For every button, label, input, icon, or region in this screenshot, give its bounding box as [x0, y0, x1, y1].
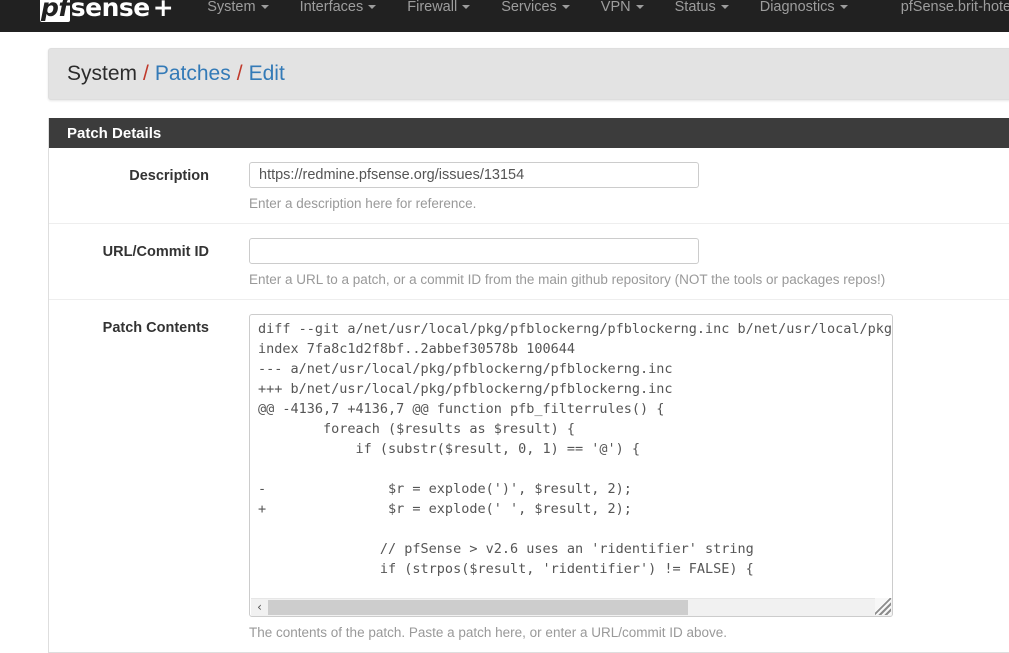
- chevron-down-icon: [462, 5, 471, 9]
- scrollbar-track[interactable]: [268, 598, 876, 616]
- form-row-patch-contents: Patch Contents diff --git a/net/usr/loca…: [49, 300, 1009, 652]
- patch-contents-label: Patch Contents: [102, 320, 209, 336]
- nav-label-diagnostics: Diagnostics: [759, 0, 835, 15]
- form-row-description: Description Enter a description here for…: [49, 148, 1009, 224]
- chevron-down-icon: [368, 5, 377, 9]
- logo-plus-text: +: [152, 0, 174, 22]
- nav-label-status: Status: [674, 0, 716, 15]
- nav-item-services[interactable]: Services: [501, 0, 570, 15]
- nav-label-system: System: [207, 0, 256, 15]
- nav-item-vpn[interactable]: VPN: [601, 0, 644, 15]
- breadcrumb: System / Patches / Edit: [48, 48, 1009, 100]
- nav-item-system[interactable]: System: [207, 0, 269, 15]
- chevron-down-icon: [839, 5, 848, 9]
- breadcrumb-item-patches[interactable]: Patches: [155, 62, 231, 86]
- url-commit-id-label: URL/Commit ID: [102, 244, 209, 260]
- horizontal-scrollbar[interactable]: ‹ ›: [251, 598, 892, 616]
- patch-details-panel: Patch Details Description Enter a descri…: [48, 118, 1009, 653]
- scroll-left-arrow-icon[interactable]: ‹: [251, 598, 268, 616]
- url-commit-id-input[interactable]: [249, 238, 699, 264]
- description-label: Description: [129, 168, 209, 184]
- patch-contents-help-text: The contents of the patch. Paste a patch…: [249, 625, 728, 640]
- url-commit-id-help-text: Enter a URL to a patch, or a commit ID f…: [249, 272, 886, 287]
- nav-item-diagnostics[interactable]: Diagnostics: [760, 0, 848, 15]
- chevron-down-icon: [720, 5, 729, 9]
- chevron-down-icon: [561, 5, 570, 9]
- nav-label-interfaces: Interfaces: [299, 0, 364, 15]
- resize-handle-icon[interactable]: [875, 598, 891, 615]
- logo-sense-text: sense: [70, 0, 150, 22]
- scrollbar-thumb[interactable]: [268, 599, 688, 615]
- breadcrumb-item-edit[interactable]: Edit: [249, 62, 285, 86]
- patch-contents-textarea[interactable]: diff --git a/net/usr/local/pkg/pfblocker…: [249, 314, 893, 617]
- chevron-down-icon: [635, 5, 644, 9]
- form-row-url-commit-id: URL/Commit ID Enter a URL to a patch, or…: [49, 224, 1009, 300]
- breadcrumb-separator: /: [236, 62, 243, 85]
- nav-label-firewall: Firewall: [407, 0, 458, 15]
- nav-item-status[interactable]: Status: [675, 0, 729, 15]
- description-help-text: Enter a description here for reference.: [249, 196, 477, 211]
- chevron-down-icon: [260, 5, 269, 9]
- panel-title: Patch Details: [49, 118, 1009, 148]
- pfsense-logo[interactable]: pfsense +: [40, 0, 174, 22]
- patch-contents-textarea-wrapper: diff --git a/net/usr/local/pkg/pfblocker…: [249, 314, 893, 617]
- nav-label-services: Services: [501, 0, 557, 15]
- top-navbar: pfsense + System Interfaces Firewall Serv…: [0, 0, 1009, 32]
- logo-pf-mark: pf: [40, 0, 70, 22]
- nav-label-vpn: VPN: [600, 0, 631, 15]
- breadcrumb-separator: /: [143, 62, 149, 85]
- navbar-hostname: pfSense.brit-hotel-f: [900, 0, 1009, 15]
- nav-item-interfaces[interactable]: Interfaces: [300, 0, 377, 15]
- patch-contents-text: diff --git a/net/usr/local/pkg/pfblocker…: [258, 321, 893, 577]
- breadcrumb-item-system: System: [67, 62, 138, 85]
- nav-item-firewall[interactable]: Firewall: [407, 0, 471, 15]
- description-input[interactable]: [249, 162, 699, 188]
- panel-body: Description Enter a description here for…: [49, 148, 1009, 652]
